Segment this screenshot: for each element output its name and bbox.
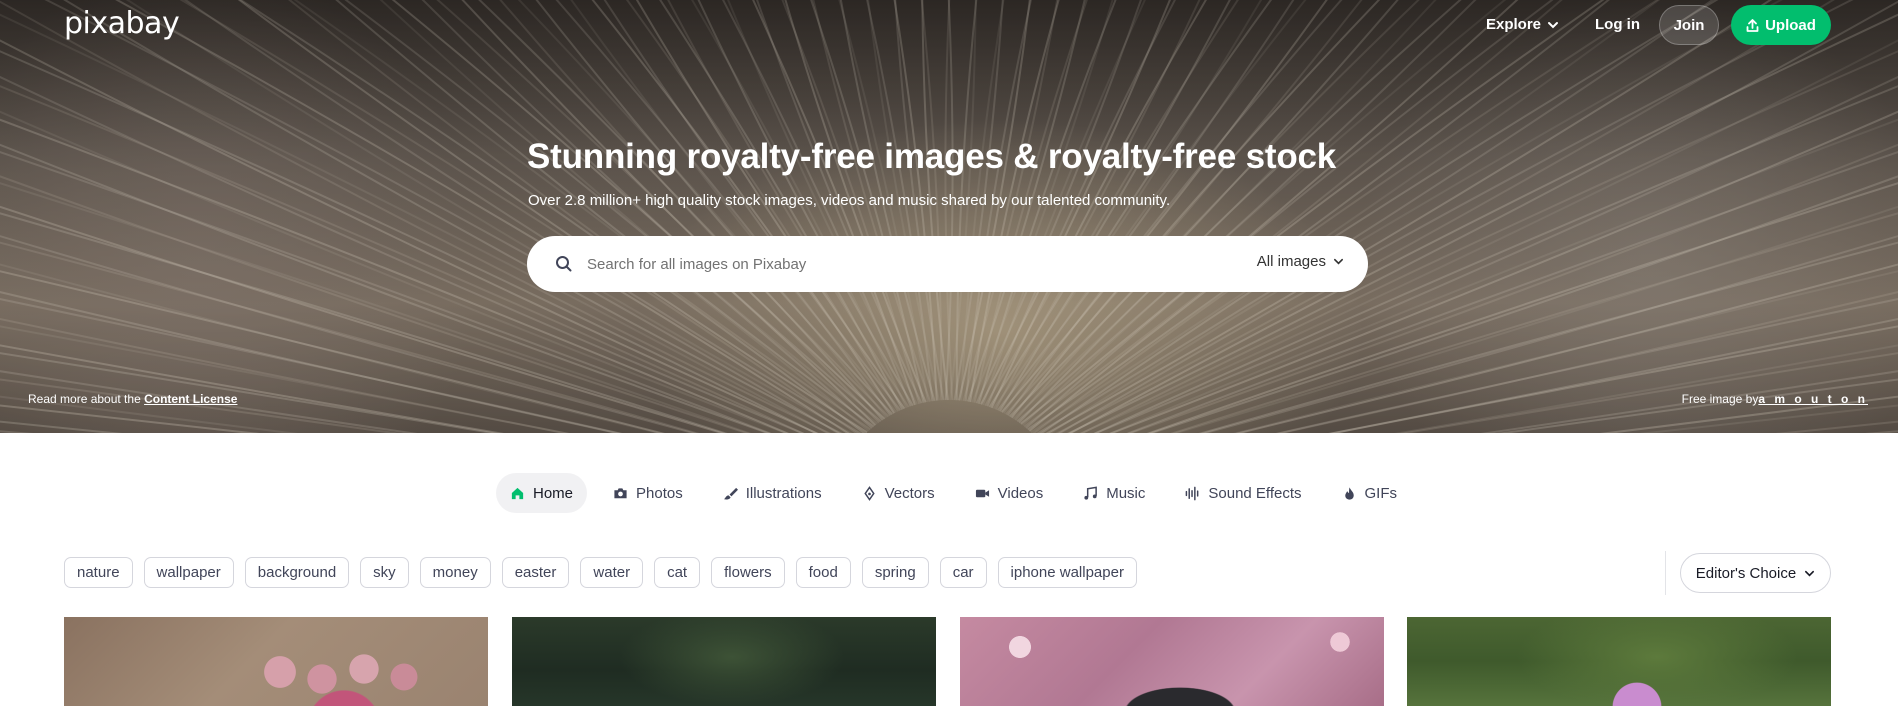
license-notice: Read more about the Content License bbox=[28, 392, 237, 406]
tag-chip[interactable]: money bbox=[419, 557, 491, 588]
search-type-dropdown[interactable]: All images bbox=[1257, 253, 1344, 270]
upload-button[interactable]: Upload bbox=[1731, 5, 1831, 45]
content-license-link[interactable]: Content License bbox=[144, 392, 237, 406]
image-thumbnail[interactable] bbox=[512, 617, 936, 706]
camera-icon bbox=[614, 487, 627, 498]
tag-chip[interactable]: wallpaper bbox=[143, 557, 234, 588]
chevron-down-icon bbox=[1334, 258, 1343, 265]
pen-nib-icon bbox=[863, 485, 875, 501]
video-camera-icon bbox=[975, 489, 989, 497]
upload-icon bbox=[1746, 18, 1759, 32]
credit-author-link[interactable]: a m o u t o n bbox=[1758, 392, 1868, 406]
chevron-down-icon bbox=[1805, 570, 1815, 577]
tab-sound-effects[interactable]: Sound Effects bbox=[1171, 473, 1315, 513]
image-thumbnail[interactable] bbox=[960, 617, 1384, 706]
top-navigation: pixabay Explore Log in Join Upload bbox=[0, 0, 1898, 50]
music-note-icon bbox=[1084, 486, 1098, 500]
explore-menu[interactable]: Explore bbox=[1486, 16, 1559, 33]
chevron-down-icon bbox=[1548, 21, 1559, 28]
search-icon bbox=[556, 256, 572, 272]
tab-label: Photos bbox=[636, 484, 683, 502]
tab-label: Home bbox=[533, 484, 574, 502]
credit-text: Free image by bbox=[1681, 392, 1759, 406]
license-text: Read more about the bbox=[28, 392, 141, 406]
image-thumbnail[interactable] bbox=[64, 617, 488, 706]
media-type-tabs: Home Photos Illustrations Vectors Videos… bbox=[496, 473, 1423, 513]
tab-label: Videos bbox=[997, 484, 1044, 502]
upload-label: Upload bbox=[1765, 16, 1816, 34]
waveform-icon bbox=[1186, 486, 1199, 500]
tag-chip[interactable]: food bbox=[795, 557, 851, 588]
hero-title: Stunning royalty-free images & royalty-f… bbox=[527, 137, 1337, 176]
tab-label: Vectors bbox=[884, 484, 935, 502]
hero-banner: pixabay Explore Log in Join Upload Stunn… bbox=[0, 0, 1898, 433]
pixabay-logo[interactable]: pixabay bbox=[64, 6, 180, 41]
tag-chip[interactable]: sky bbox=[360, 557, 409, 588]
tag-chip[interactable]: cat bbox=[654, 557, 701, 588]
tag-chip[interactable]: car bbox=[939, 557, 987, 588]
tag-chip[interactable]: nature bbox=[64, 557, 133, 588]
image-credit: Free image bya m o u t o n bbox=[1682, 392, 1868, 406]
tag-chip[interactable]: spring bbox=[861, 557, 929, 588]
flame-icon bbox=[1344, 486, 1354, 500]
tab-label: Illustrations bbox=[745, 484, 822, 502]
hero-overlay bbox=[0, 0, 1898, 433]
tab-home[interactable]: Home bbox=[496, 473, 588, 513]
hero-subtitle: Over 2.8 million+ high quality stock ima… bbox=[528, 192, 1171, 209]
tag-chip[interactable]: flowers bbox=[711, 557, 785, 588]
tab-label: GIFs bbox=[1364, 484, 1398, 502]
tab-label: Music bbox=[1106, 484, 1146, 502]
image-thumbnail[interactable] bbox=[1407, 617, 1831, 706]
login-link[interactable]: Log in bbox=[1595, 16, 1640, 33]
home-icon bbox=[511, 487, 524, 499]
sort-dropdown[interactable]: Editor's Choice bbox=[1680, 553, 1831, 593]
tab-illustrations[interactable]: Illustrations bbox=[709, 473, 836, 513]
search-bar: All images bbox=[527, 236, 1368, 292]
explore-label: Explore bbox=[1486, 16, 1542, 33]
popular-tags: nature wallpaper background sky money ea… bbox=[64, 557, 1137, 588]
tag-chip[interactable]: easter bbox=[501, 557, 570, 588]
tab-videos[interactable]: Videos bbox=[961, 473, 1058, 513]
tab-music[interactable]: Music bbox=[1069, 473, 1159, 513]
sort-label: Editor's Choice bbox=[1695, 564, 1797, 582]
tag-chip[interactable]: iphone wallpaper bbox=[997, 557, 1137, 588]
tags-divider bbox=[1665, 551, 1666, 595]
search-input[interactable] bbox=[587, 250, 1187, 278]
tab-vectors[interactable]: Vectors bbox=[848, 473, 949, 513]
tab-gifs[interactable]: GIFs bbox=[1328, 473, 1412, 513]
search-type-label: All images bbox=[1256, 253, 1326, 270]
tag-chip[interactable]: water bbox=[580, 557, 644, 588]
tab-label: Sound Effects bbox=[1208, 484, 1302, 502]
tab-photos[interactable]: Photos bbox=[599, 473, 697, 513]
brush-icon bbox=[723, 487, 738, 499]
tag-chip[interactable]: background bbox=[244, 557, 350, 588]
join-button[interactable]: Join bbox=[1659, 5, 1719, 45]
